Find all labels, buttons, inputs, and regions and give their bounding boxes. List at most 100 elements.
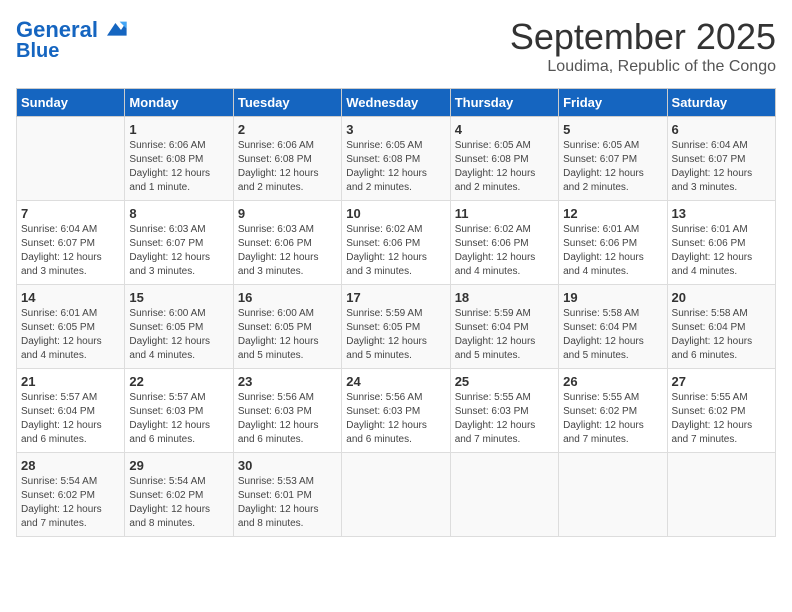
calendar-cell	[667, 453, 775, 537]
day-number: 26	[563, 374, 662, 389]
calendar-cell: 27 Sunrise: 5:55 AM Sunset: 6:02 PM Dayli…	[667, 369, 775, 453]
day-number: 20	[672, 290, 771, 305]
calendar-cell: 10Sunrise: 6:02 AM Sunset: 6:06 PM Dayli…	[342, 201, 450, 285]
col-header-friday: Friday	[559, 89, 667, 117]
day-info: Sunrise: 5:54 AM Sunset: 6:02 PM Dayligh…	[129, 475, 228, 531]
day-number: 15	[129, 290, 228, 305]
calendar-cell: 12 Sunrise: 6:01 AM Sunset: 6:06 PM Dayli…	[559, 201, 667, 285]
day-number: 2	[238, 122, 337, 137]
day-info: Sunrise: 5:58 AM Sunset: 6:04 PM Dayligh…	[563, 307, 662, 363]
day-number: 7	[21, 206, 120, 221]
calendar-week-row: 14 Sunrise: 6:01 AM Sunset: 6:05 PM Dayli…	[17, 285, 776, 369]
calendar-cell: 4 Sunrise: 6:05 AM Sunset: 6:08 PM Daylig…	[450, 117, 558, 201]
calendar-cell: 22 Sunrise: 5:57 AM Sunset: 6:03 PM Dayli…	[125, 369, 233, 453]
calendar-cell: 24 Sunrise: 5:56 AM Sunset: 6:03 PM Dayli…	[342, 369, 450, 453]
subtitle: Loudima, Republic of the Congo	[510, 58, 776, 76]
day-number: 30	[238, 458, 337, 473]
calendar-cell: 25 Sunrise: 5:55 AM Sunset: 6:03 PM Dayli…	[450, 369, 558, 453]
day-number: 17	[346, 290, 445, 305]
logo-text-line1: General	[16, 18, 98, 42]
day-info: Sunrise: 6:01 AM Sunset: 6:06 PM Dayligh…	[563, 223, 662, 279]
day-number: 23	[238, 374, 337, 389]
logo-text-line2: Blue	[16, 40, 59, 62]
day-info: Sunrise: 6:01 AM Sunset: 6:05 PM Dayligh…	[21, 307, 120, 363]
day-info: Sunrise: 6:02 AM Sunset: 6:06 PM Dayligh…	[455, 223, 554, 279]
col-header-wednesday: Wednesday	[342, 89, 450, 117]
col-header-monday: Monday	[125, 89, 233, 117]
calendar-cell: 13 Sunrise: 6:01 AM Sunset: 6:06 PM Dayli…	[667, 201, 775, 285]
calendar-cell: 30 Sunrise: 5:53 AM Sunset: 6:01 PM Dayli…	[233, 453, 341, 537]
day-number: 6	[672, 122, 771, 137]
day-number: 1	[129, 122, 228, 137]
calendar-cell: 3Sunrise: 6:05 AM Sunset: 6:08 PM Daylig…	[342, 117, 450, 201]
day-info: Sunrise: 5:53 AM Sunset: 6:01 PM Dayligh…	[238, 475, 337, 531]
calendar-cell: 16Sunrise: 6:00 AM Sunset: 6:05 PM Dayli…	[233, 285, 341, 369]
col-header-saturday: Saturday	[667, 89, 775, 117]
day-info: Sunrise: 6:06 AM Sunset: 6:08 PM Dayligh…	[129, 139, 228, 195]
day-number: 21	[21, 374, 120, 389]
page-header: General Blue September 2025 Loudima, Rep…	[16, 16, 776, 76]
day-info: Sunrise: 6:05 AM Sunset: 6:08 PM Dayligh…	[455, 139, 554, 195]
day-number: 3	[346, 122, 445, 137]
calendar-cell: 11 Sunrise: 6:02 AM Sunset: 6:06 PM Dayli…	[450, 201, 558, 285]
day-info: Sunrise: 5:55 AM Sunset: 6:02 PM Dayligh…	[672, 391, 771, 447]
col-header-sunday: Sunday	[17, 89, 125, 117]
day-number: 13	[672, 206, 771, 221]
day-number: 16	[238, 290, 337, 305]
calendar-cell	[342, 453, 450, 537]
day-number: 27	[672, 374, 771, 389]
day-info: Sunrise: 5:55 AM Sunset: 6:03 PM Dayligh…	[455, 391, 554, 447]
calendar-cell: 18Sunrise: 5:59 AM Sunset: 6:04 PM Dayli…	[450, 285, 558, 369]
day-number: 28	[21, 458, 120, 473]
main-title: September 2025	[510, 16, 776, 58]
calendar-cell	[559, 453, 667, 537]
calendar-week-row: 1 Sunrise: 6:06 AM Sunset: 6:08 PM Daylig…	[17, 117, 776, 201]
day-info: Sunrise: 5:55 AM Sunset: 6:02 PM Dayligh…	[563, 391, 662, 447]
calendar-header-row: SundayMondayTuesdayWednesdayThursdayFrid…	[17, 89, 776, 117]
day-number: 12	[563, 206, 662, 221]
day-number: 22	[129, 374, 228, 389]
calendar-table: SundayMondayTuesdayWednesdayThursdayFrid…	[16, 88, 776, 537]
day-number: 8	[129, 206, 228, 221]
day-number: 4	[455, 122, 554, 137]
day-info: Sunrise: 5:57 AM Sunset: 6:04 PM Dayligh…	[21, 391, 120, 447]
day-number: 25	[455, 374, 554, 389]
day-number: 24	[346, 374, 445, 389]
day-number: 14	[21, 290, 120, 305]
col-header-tuesday: Tuesday	[233, 89, 341, 117]
day-info: Sunrise: 6:02 AM Sunset: 6:06 PM Dayligh…	[346, 223, 445, 279]
calendar-cell: 7Sunrise: 6:04 AM Sunset: 6:07 PM Daylig…	[17, 201, 125, 285]
calendar-cell: 19Sunrise: 5:58 AM Sunset: 6:04 PM Dayli…	[559, 285, 667, 369]
calendar-cell: 6 Sunrise: 6:04 AM Sunset: 6:07 PM Daylig…	[667, 117, 775, 201]
calendar-cell: 8Sunrise: 6:03 AM Sunset: 6:07 PM Daylig…	[125, 201, 233, 285]
calendar-cell: 29 Sunrise: 5:54 AM Sunset: 6:02 PM Dayli…	[125, 453, 233, 537]
calendar-cell: 2Sunrise: 6:06 AM Sunset: 6:08 PM Daylig…	[233, 117, 341, 201]
day-number: 9	[238, 206, 337, 221]
calendar-cell: 1 Sunrise: 6:06 AM Sunset: 6:08 PM Daylig…	[125, 117, 233, 201]
day-info: Sunrise: 5:56 AM Sunset: 6:03 PM Dayligh…	[346, 391, 445, 447]
calendar-cell: 9Sunrise: 6:03 AM Sunset: 6:06 PM Daylig…	[233, 201, 341, 285]
day-info: Sunrise: 6:05 AM Sunset: 6:07 PM Dayligh…	[563, 139, 662, 195]
day-info: Sunrise: 5:58 AM Sunset: 6:04 PM Dayligh…	[672, 307, 771, 363]
calendar-cell: 28 Sunrise: 5:54 AM Sunset: 6:02 PM Dayli…	[17, 453, 125, 537]
day-number: 29	[129, 458, 228, 473]
day-info: Sunrise: 6:04 AM Sunset: 6:07 PM Dayligh…	[672, 139, 771, 195]
day-info: Sunrise: 5:59 AM Sunset: 6:05 PM Dayligh…	[346, 307, 445, 363]
calendar-cell: 26 Sunrise: 5:55 AM Sunset: 6:02 PM Dayli…	[559, 369, 667, 453]
day-info: Sunrise: 5:56 AM Sunset: 6:03 PM Dayligh…	[238, 391, 337, 447]
logo: General Blue	[16, 16, 128, 62]
calendar-cell: 17 Sunrise: 5:59 AM Sunset: 6:05 PM Dayli…	[342, 285, 450, 369]
day-info: Sunrise: 5:54 AM Sunset: 6:02 PM Dayligh…	[21, 475, 120, 531]
calendar-cell: 21 Sunrise: 5:57 AM Sunset: 6:04 PM Dayli…	[17, 369, 125, 453]
title-block: September 2025 Loudima, Republic of the …	[510, 16, 776, 76]
calendar-week-row: 28 Sunrise: 5:54 AM Sunset: 6:02 PM Dayli…	[17, 453, 776, 537]
day-info: Sunrise: 6:01 AM Sunset: 6:06 PM Dayligh…	[672, 223, 771, 279]
calendar-cell: 14 Sunrise: 6:01 AM Sunset: 6:05 PM Dayli…	[17, 285, 125, 369]
calendar-cell	[17, 117, 125, 201]
col-header-thursday: Thursday	[450, 89, 558, 117]
day-number: 11	[455, 206, 554, 221]
calendar-cell: 5 Sunrise: 6:05 AM Sunset: 6:07 PM Daylig…	[559, 117, 667, 201]
day-number: 5	[563, 122, 662, 137]
day-info: Sunrise: 5:57 AM Sunset: 6:03 PM Dayligh…	[129, 391, 228, 447]
day-number: 18	[455, 290, 554, 305]
